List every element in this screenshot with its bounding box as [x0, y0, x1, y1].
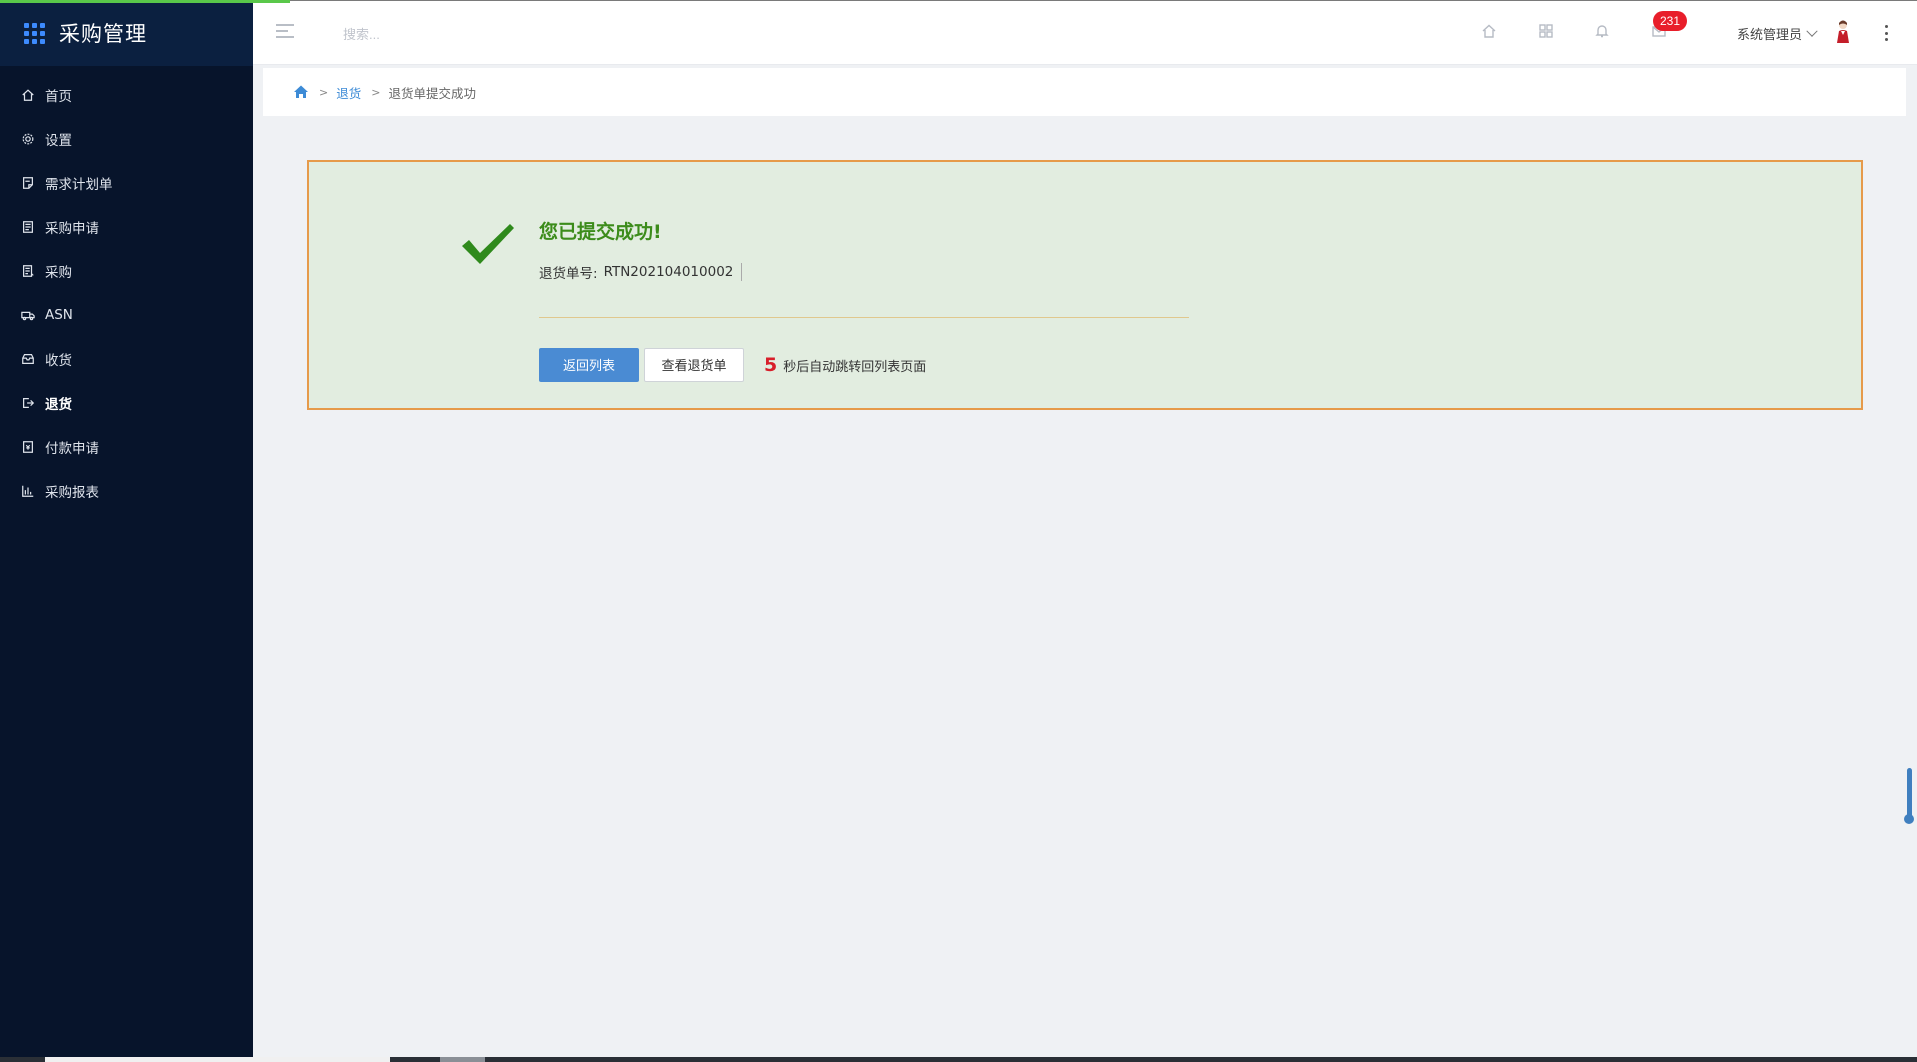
sidebar-item-purchase-report[interactable]: 采购报表	[0, 469, 253, 513]
breadcrumb-separator: >	[371, 85, 381, 99]
apps-icon[interactable]	[1538, 23, 1556, 41]
app-title: 采购管理	[59, 22, 147, 46]
success-title: 您已提交成功!	[539, 221, 662, 243]
top-header: 231 系统管理员	[253, 1, 1917, 65]
countdown-seconds: 5	[764, 354, 778, 376]
breadcrumb-link-returns[interactable]: 退货	[336, 83, 361, 102]
sidebar-item-purchase-request[interactable]: 采购申请	[0, 205, 253, 249]
sidebar-item-purchase[interactable]: 采购	[0, 249, 253, 293]
payment-icon	[20, 439, 36, 455]
message-count-badge: 231	[1653, 11, 1688, 31]
user-name: 系统管理员	[1737, 28, 1803, 43]
order-number-row: 退货单号: RTN202104010002	[539, 262, 743, 282]
app-logo[interactable]: 采购管理	[0, 0, 253, 66]
success-panel: 您已提交成功! 退货单号: RTN202104010002 返回列表 查看退货单…	[307, 160, 1863, 410]
checkmark-icon	[459, 220, 515, 268]
bottom-scrollbar[interactable]	[0, 1057, 1917, 1062]
breadcrumb-home-icon[interactable]	[293, 84, 309, 100]
sidebar-item-label: 付款申请	[45, 441, 99, 457]
breadcrumb: > 退货 > 退货单提交成功	[263, 68, 1906, 116]
breadcrumb-current: 退货单提交成功	[388, 85, 476, 101]
home-icon[interactable]	[1481, 23, 1499, 41]
sidebar-item-asn[interactable]: ASN	[0, 293, 253, 337]
text-cursor	[741, 263, 743, 281]
order-number-value: RTN202104010002	[603, 264, 734, 280]
sidebar-menu: 首页 设置 需求计划单 采购申请 采购 ASN 收货 退货 付款申请 采购报表	[0, 66, 253, 513]
document-icon	[20, 219, 36, 235]
sidebar-item-label: ASN	[45, 307, 73, 323]
exit-icon	[20, 395, 36, 411]
order-number-label: 退货单号:	[539, 266, 598, 282]
sidebar-item-label: 采购申请	[45, 221, 99, 237]
user-menu[interactable]: 系统管理员	[1737, 24, 1818, 43]
truck-icon	[20, 307, 36, 323]
view-return-order-button[interactable]: 查看退货单	[644, 348, 744, 382]
sidebar-item-home[interactable]: 首页	[0, 73, 253, 117]
countdown-text: 秒后自动跳转回列表页面	[783, 360, 927, 375]
page-loading-bar	[0, 0, 290, 3]
redirect-countdown: 5 秒后自动跳转回列表页面	[764, 354, 926, 376]
bell-icon[interactable]	[1594, 23, 1612, 41]
back-to-list-button[interactable]: 返回列表	[539, 348, 639, 382]
scroll-slider-handle[interactable]	[1904, 768, 1914, 824]
sidebar-item-label: 采购	[45, 265, 72, 281]
list-icon	[20, 263, 36, 279]
breadcrumb-separator: >	[319, 85, 329, 99]
sidebar-item-receiving[interactable]: 收货	[0, 337, 253, 381]
more-options-icon[interactable]	[1883, 25, 1889, 41]
sidebar-item-label: 采购报表	[45, 485, 99, 501]
sidebar-item-settings[interactable]: 设置	[0, 117, 253, 161]
apps-grid-icon	[24, 22, 45, 44]
home-icon	[20, 87, 36, 103]
sidebar-item-label: 收货	[45, 353, 72, 369]
avatar[interactable]	[1833, 19, 1853, 45]
bar-chart-icon	[20, 483, 36, 499]
sidebar-item-returns[interactable]: 退货	[0, 381, 253, 425]
sidebar-item-label: 首页	[45, 89, 72, 105]
divider	[539, 317, 1189, 318]
note-icon	[20, 175, 36, 191]
sidebar-item-label: 设置	[45, 133, 72, 149]
sidebar-item-label: 退货	[45, 397, 72, 413]
sidebar-item-payment-request[interactable]: 付款申请	[0, 425, 253, 469]
sidebar: 采购管理 首页 设置 需求计划单 采购申请 采购 ASN 收货 退货 付款申请 …	[0, 0, 253, 1062]
search-input[interactable]	[343, 21, 563, 47]
inbox-icon	[20, 351, 36, 367]
chevron-down-icon	[1806, 25, 1818, 37]
menu-toggle-icon[interactable]	[276, 24, 294, 38]
sidebar-item-label: 需求计划单	[45, 177, 113, 193]
sidebar-item-demand-plan[interactable]: 需求计划单	[0, 161, 253, 205]
gear-icon	[20, 131, 36, 147]
